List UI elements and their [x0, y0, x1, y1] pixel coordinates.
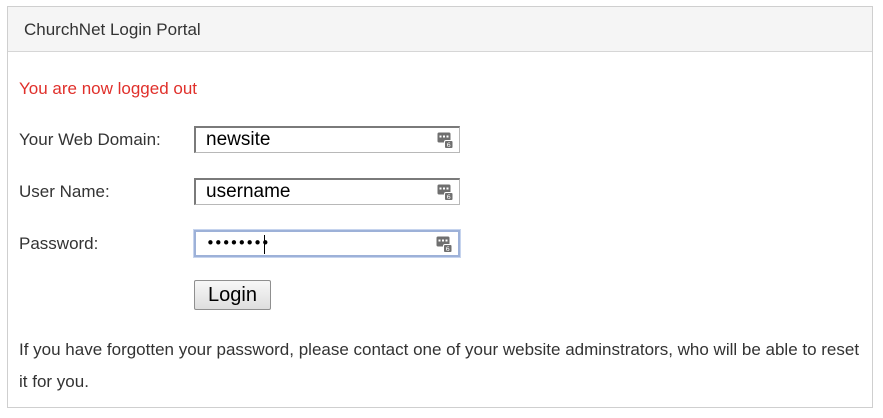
- panel-body: You are now logged out Your Web Domain: …: [8, 52, 872, 407]
- password-masked-value[interactable]: ••••••••: [206, 234, 270, 252]
- login-panel: ChurchNet Login Portal You are now logge…: [7, 6, 873, 408]
- password-manager-key-icon[interactable]: 6: [436, 236, 453, 253]
- page-title: ChurchNet Login Portal: [24, 20, 201, 39]
- text-caret: [264, 235, 265, 254]
- username-input[interactable]: [196, 180, 426, 204]
- password-manager-key-icon[interactable]: 6: [437, 132, 454, 149]
- login-button[interactable]: Login: [194, 280, 271, 310]
- svg-text:6: 6: [446, 245, 450, 253]
- domain-label: Your Web Domain:: [19, 130, 161, 149]
- password-field[interactable]: •••••••• 6: [194, 230, 460, 257]
- svg-text:6: 6: [447, 141, 451, 149]
- password-manager-key-icon[interactable]: 6: [437, 184, 454, 201]
- domain-input[interactable]: [196, 128, 426, 152]
- domain-field[interactable]: 6: [194, 126, 460, 153]
- logout-status-message: You are now logged out: [19, 79, 198, 98]
- username-field[interactable]: 6: [194, 178, 460, 205]
- panel-header: ChurchNet Login Portal: [8, 7, 872, 52]
- forgot-password-help-text: If you have forgotten your password, ple…: [19, 340, 860, 391]
- svg-text:6: 6: [447, 193, 451, 201]
- username-label: User Name:: [19, 182, 110, 201]
- password-label: Password:: [19, 234, 99, 253]
